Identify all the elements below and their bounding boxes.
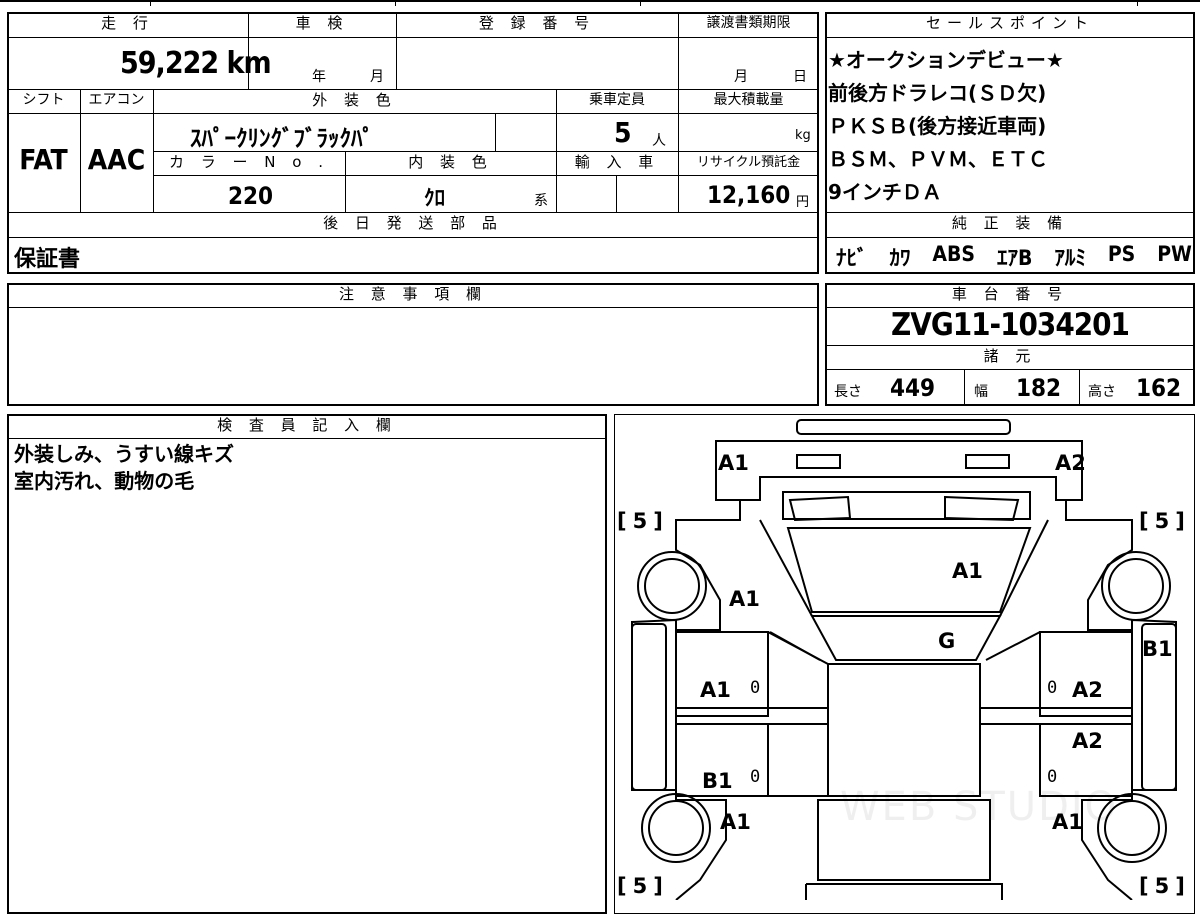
tire-rating-top-right: [5] <box>1139 509 1191 533</box>
sales-points-label: セールスポイント <box>925 14 1094 32</box>
interior-color-value: ｸﾛ <box>424 186 445 210</box>
equipment-list: ﾅﾋﾞ ｶﾜ ABS ｴｱB ｱﾙﾐ PS PW <box>836 242 1192 272</box>
capacity-unit: 人 <box>652 133 666 149</box>
damage-mark-left-front-fender: A1 <box>720 810 751 834</box>
width-label: 幅 <box>974 384 988 400</box>
equipment-item: ｶﾜ <box>889 246 911 270</box>
inspector-note-line: 外装しみ、うすい線キズ <box>14 442 234 466</box>
zero-mark: 0 <box>1047 678 1058 698</box>
shift-label: シフト <box>22 92 65 108</box>
max-load-label: 最大積載量 <box>713 92 784 108</box>
tire-rating-bottom-right: [5] <box>1139 874 1191 898</box>
car-diagram-panel <box>614 414 1195 914</box>
equipment-item: ｴｱB <box>997 246 1033 270</box>
damage-mark-windshield: G <box>938 629 956 653</box>
damage-mark-right-quarter: B1 <box>1142 637 1173 661</box>
zero-mark: 0 <box>750 678 761 698</box>
spec-label: 諸 元 <box>983 347 1037 365</box>
mileage-value: 59,222 km <box>120 46 272 81</box>
sales-points-list: ★オークションデビュー★ 前後方ドラレコ(ＳＤ欠) ＰＫＳＢ(後方接近車両) Ｂ… <box>828 44 1193 209</box>
sales-point-item: ＰＫＳＢ(後方接近車両) <box>828 114 1047 138</box>
registration-label: 登 録 番 号 <box>478 14 596 32</box>
exterior-color-label: 外 装 色 <box>312 91 397 109</box>
transfer-month-unit: 月 <box>734 69 748 85</box>
height-value: 162 <box>1136 374 1182 402</box>
damage-mark-left-front-door: B1 <box>702 769 733 793</box>
capacity-value: 5 <box>614 116 632 149</box>
transfer-day-unit: 日 <box>793 69 807 85</box>
damage-mark-rear-right: A2 <box>1055 451 1086 475</box>
damage-mark-right-front-door: A2 <box>1072 729 1103 753</box>
damage-mark-roof: A1 <box>952 559 983 583</box>
chassis-label: 車 台 番 号 <box>951 285 1069 303</box>
recycle-label: リサイクル預託金 <box>696 155 801 170</box>
load-unit: kg <box>795 128 811 143</box>
later-parts-label: 後 日 発 送 部 品 <box>323 214 503 232</box>
width-value: 182 <box>1016 374 1062 402</box>
tire-rating-top-left: [5] <box>617 509 669 533</box>
sales-point-item: ★オークションデビュー★ <box>828 48 1064 72</box>
damage-mark-rear-left: A1 <box>718 451 749 475</box>
inspector-note-line: 室内汚れ、動物の毛 <box>14 469 195 493</box>
equipment-item: ﾅﾋﾞ <box>836 246 868 270</box>
zero-mark: 0 <box>750 767 761 787</box>
equipment-item: PS <box>1107 242 1136 266</box>
capacity-label: 乗車定員 <box>589 92 645 108</box>
inspection-month-unit: 月 <box>370 69 384 85</box>
recycle-fee-value: 12,160 <box>707 181 791 209</box>
equipment-item: PW <box>1157 242 1192 266</box>
ac-value: AAC <box>87 143 146 176</box>
top-cutoff-strip <box>0 0 1200 6</box>
later-parts-value: 保証書 <box>14 247 81 272</box>
damage-mark-right-rear-door: A2 <box>1072 678 1103 702</box>
sales-point-item: 前後方ドラレコ(ＳＤ欠) <box>828 81 1047 105</box>
sales-point-item: ＢＳＭ、ＰＶＭ、ＥＴＣ <box>828 147 1048 171</box>
inspection-year-unit: 年 <box>312 69 326 85</box>
equipment-label: 純 正 装 備 <box>951 214 1069 232</box>
watermark: WEB STUDIO <box>840 784 1119 830</box>
color-no-label: カ ラ ー N o . <box>168 153 329 171</box>
inspector-notes: 外装しみ、うすい線キズ 室内汚れ、動物の毛 <box>14 441 234 495</box>
equipment-item: ｱﾙﾐ <box>1054 246 1086 270</box>
length-label: 長さ <box>834 384 862 400</box>
damage-mark-left-rear-door: A1 <box>700 678 731 702</box>
exterior-color-value: ｽﾊﾟｰｸﾘﾝｸﾞﾌﾞﾗｯｸﾊﾟ <box>190 126 374 152</box>
sales-point-item: 9インチＤＡ <box>828 180 942 204</box>
height-label: 高さ <box>1088 384 1116 400</box>
notes-label: 注 意 事 項 欄 <box>338 285 488 303</box>
length-value: 449 <box>890 374 936 402</box>
inspector-label: 検 査 員 記 入 欄 <box>217 416 397 434</box>
damage-mark-left-quarter: A1 <box>729 587 760 611</box>
ac-label: エアコン <box>88 92 145 108</box>
equipment-item: ABS <box>932 242 976 266</box>
mileage-label: 走 行 <box>101 14 154 32</box>
shift-value: FAT <box>19 143 68 176</box>
chassis-number: ZVG11-1034201 <box>891 307 1130 343</box>
transfer-deadline-label: 譲渡書類期限 <box>706 15 791 31</box>
inspection-label: 車 検 <box>295 14 349 32</box>
color-no-value: 220 <box>228 182 274 210</box>
interior-color-label: 内 装 色 <box>408 153 493 171</box>
interior-suffix: 系 <box>534 193 548 209</box>
tire-rating-bottom-left: [5] <box>617 874 669 898</box>
recycle-unit: 円 <box>796 195 810 210</box>
import-label: 輸 入 車 <box>574 153 660 171</box>
